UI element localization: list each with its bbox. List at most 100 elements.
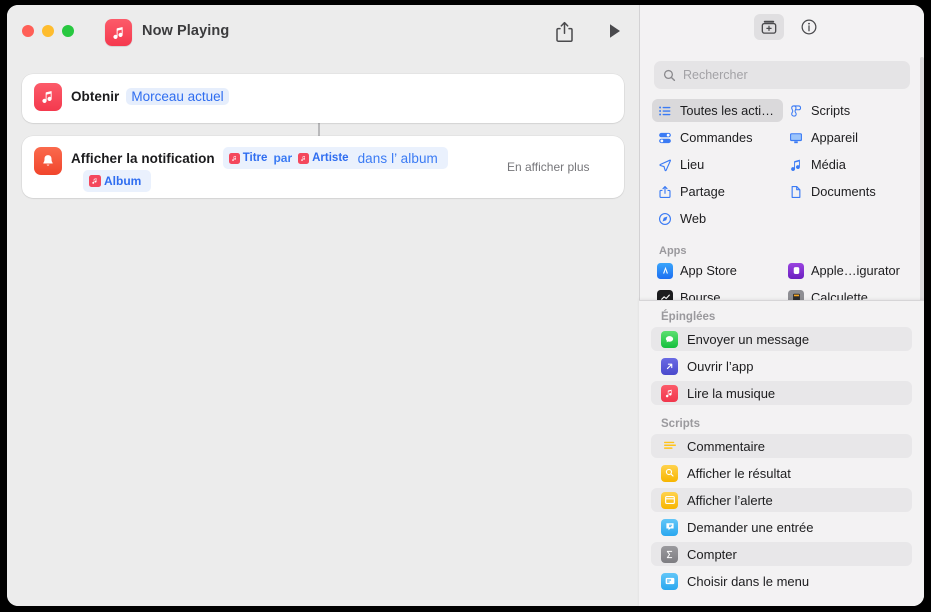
- list-item-comment[interactable]: Commentaire: [651, 434, 912, 458]
- minimize-button[interactable]: [42, 25, 54, 37]
- action-parameter-field[interactable]: Morceau actuel: [126, 88, 229, 105]
- share-icon: [657, 185, 673, 199]
- notification-text-field[interactable]: Titre par Artiste dans l’ album: [222, 147, 448, 169]
- scripts-section-title: Scripts: [661, 418, 700, 430]
- sidebar-item-device[interactable]: Appareil: [783, 126, 914, 149]
- category-grid: Toutes les acti… Scripts Commandes Appar…: [652, 99, 914, 234]
- list-item-label: Demander une entrée: [687, 519, 814, 535]
- pinned-section-title: Épinglées: [661, 311, 716, 323]
- notification-line-1: Afficher la notification Titre par Artis…: [71, 147, 590, 174]
- show-more-button[interactable]: En afficher plus: [507, 160, 590, 174]
- category-row: Partage Documents: [652, 180, 914, 207]
- search-field[interactable]: Rechercher: [654, 61, 910, 89]
- variable-token-artist[interactable]: Artiste: [296, 152, 350, 164]
- alert-window-icon: [661, 491, 678, 509]
- apple-configurator-icon: [788, 262, 804, 279]
- notification-text-field-line2[interactable]: Album: [83, 170, 152, 192]
- list-item-show-alert[interactable]: Afficher l’alerte: [651, 488, 912, 512]
- sidebar-item-label: Partage: [680, 184, 725, 199]
- app-item-apple-configurator[interactable]: Apple…igurator: [783, 259, 914, 282]
- variable-token-album[interactable]: Album: [87, 174, 143, 188]
- screen: Now Playing Obtenir Morceau actuel Affic…: [0, 0, 931, 612]
- list-item-label: Afficher le résultat: [687, 465, 791, 481]
- sidebar-item-label: Toutes les acti…: [680, 103, 774, 118]
- suggestions-overlay: Épinglées Envoyer un message Ouvrir l’ap…: [639, 300, 924, 606]
- category-spacer: [783, 207, 914, 230]
- list-item-count[interactable]: Compter: [651, 542, 912, 566]
- search-icon: [663, 69, 676, 82]
- action-connector: [318, 122, 320, 136]
- list-item-ask-input[interactable]: Demander une entrée: [651, 515, 912, 539]
- sidebar-item-label: Documents: [811, 184, 876, 199]
- music-note-icon: [788, 158, 804, 172]
- app-store-icon: [657, 262, 673, 279]
- sidebar-item-media[interactable]: Média: [783, 153, 914, 176]
- action-card-notification[interactable]: Afficher la notification Titre par Artis…: [22, 136, 624, 198]
- scripts-list: Commentaire Afficher le résultat Affiche…: [639, 434, 924, 593]
- list-item-open-app[interactable]: Ouvrir l’app: [651, 354, 912, 378]
- variable-token-label: Artiste: [312, 152, 349, 164]
- list-item-label: Envoyer un message: [687, 331, 810, 347]
- ask-input-icon: [661, 518, 678, 536]
- list-item-label: Afficher l’alerte: [687, 492, 773, 508]
- notification-bell-icon: [34, 147, 62, 175]
- music-app-icon: [105, 19, 132, 46]
- share-icon[interactable]: [555, 21, 581, 45]
- list-item-label: Choisir dans le menu: [687, 573, 810, 589]
- close-button[interactable]: [22, 25, 34, 37]
- page-title: Now Playing: [142, 23, 230, 39]
- static-text-album-phrase: dans l’ album: [357, 150, 438, 166]
- sidebar-item-all-actions[interactable]: Toutes les acti…: [652, 99, 783, 122]
- list-item-label: Commentaire: [687, 438, 766, 454]
- app-item-app-store[interactable]: App Store: [652, 259, 783, 282]
- static-text-par: par: [273, 151, 293, 165]
- display-icon: [788, 131, 804, 145]
- category-row: Commandes Appareil: [652, 126, 914, 153]
- sidebar-item-label: Commandes: [680, 130, 753, 145]
- list-item-send-message[interactable]: Envoyer un message: [651, 327, 912, 351]
- scroll-icon: [788, 104, 804, 118]
- info-circle-icon[interactable]: [794, 14, 824, 40]
- app-item-label: Apple…igurator: [811, 263, 900, 278]
- list-item-choose-from-menu[interactable]: Choisir dans le menu: [651, 569, 912, 593]
- sidebar-item-documents[interactable]: Documents: [783, 180, 914, 203]
- sidebar-item-web[interactable]: Web: [652, 207, 783, 230]
- sidebar-item-label: Web: [680, 211, 707, 226]
- zoom-button[interactable]: [62, 25, 74, 37]
- sidebar-item-sharing[interactable]: Partage: [652, 180, 783, 203]
- workflow-canvas[interactable]: Obtenir Morceau actuel Afficher la notif…: [7, 57, 639, 606]
- music-app-icon: [661, 384, 678, 402]
- sidebar-item-scripts[interactable]: Scripts: [783, 99, 914, 122]
- music-app-icon: [34, 83, 62, 111]
- sidebar-item-location[interactable]: Lieu: [652, 153, 783, 176]
- list-item-show-result[interactable]: Afficher le résultat: [651, 461, 912, 485]
- music-note-icon: [89, 175, 101, 187]
- search-input[interactable]: Rechercher: [683, 68, 748, 82]
- action-body: Obtenir Morceau actuel: [71, 74, 624, 123]
- action-card-get[interactable]: Obtenir Morceau actuel: [22, 74, 624, 123]
- shortcuts-window: Now Playing Obtenir Morceau actuel Affic…: [7, 5, 924, 606]
- list-item-label: Lire la musique: [687, 385, 776, 401]
- variable-token-title[interactable]: Titre: [227, 152, 270, 164]
- safari-compass-icon: [657, 212, 673, 226]
- action-label: Obtenir: [71, 89, 120, 104]
- action-label: Afficher la notification: [71, 150, 215, 166]
- apps-row: App Store Apple…igurator: [652, 259, 914, 286]
- location-arrow-icon: [657, 158, 673, 172]
- variable-token-label: Titre: [242, 152, 268, 164]
- open-app-icon: [661, 357, 678, 375]
- sidebar-item-commands[interactable]: Commandes: [652, 126, 783, 149]
- sigma-count-icon: [661, 545, 678, 563]
- list-item-label: Ouvrir l’app: [687, 358, 754, 374]
- category-row: Toutes les acti… Scripts: [652, 99, 914, 126]
- sliders-icon: [657, 131, 673, 145]
- list-item-play-music[interactable]: Lire la musique: [651, 381, 912, 405]
- variable-token-label: Album: [104, 174, 142, 188]
- play-icon[interactable]: [607, 21, 633, 45]
- sidebar-toolbar: [640, 5, 924, 51]
- notification-line-2: Album: [83, 170, 152, 192]
- traffic-lights: [22, 25, 74, 37]
- music-note-icon: [298, 152, 310, 164]
- action-body: Afficher la notification Titre par Artis…: [71, 136, 624, 198]
- action-library-icon[interactable]: [754, 14, 784, 40]
